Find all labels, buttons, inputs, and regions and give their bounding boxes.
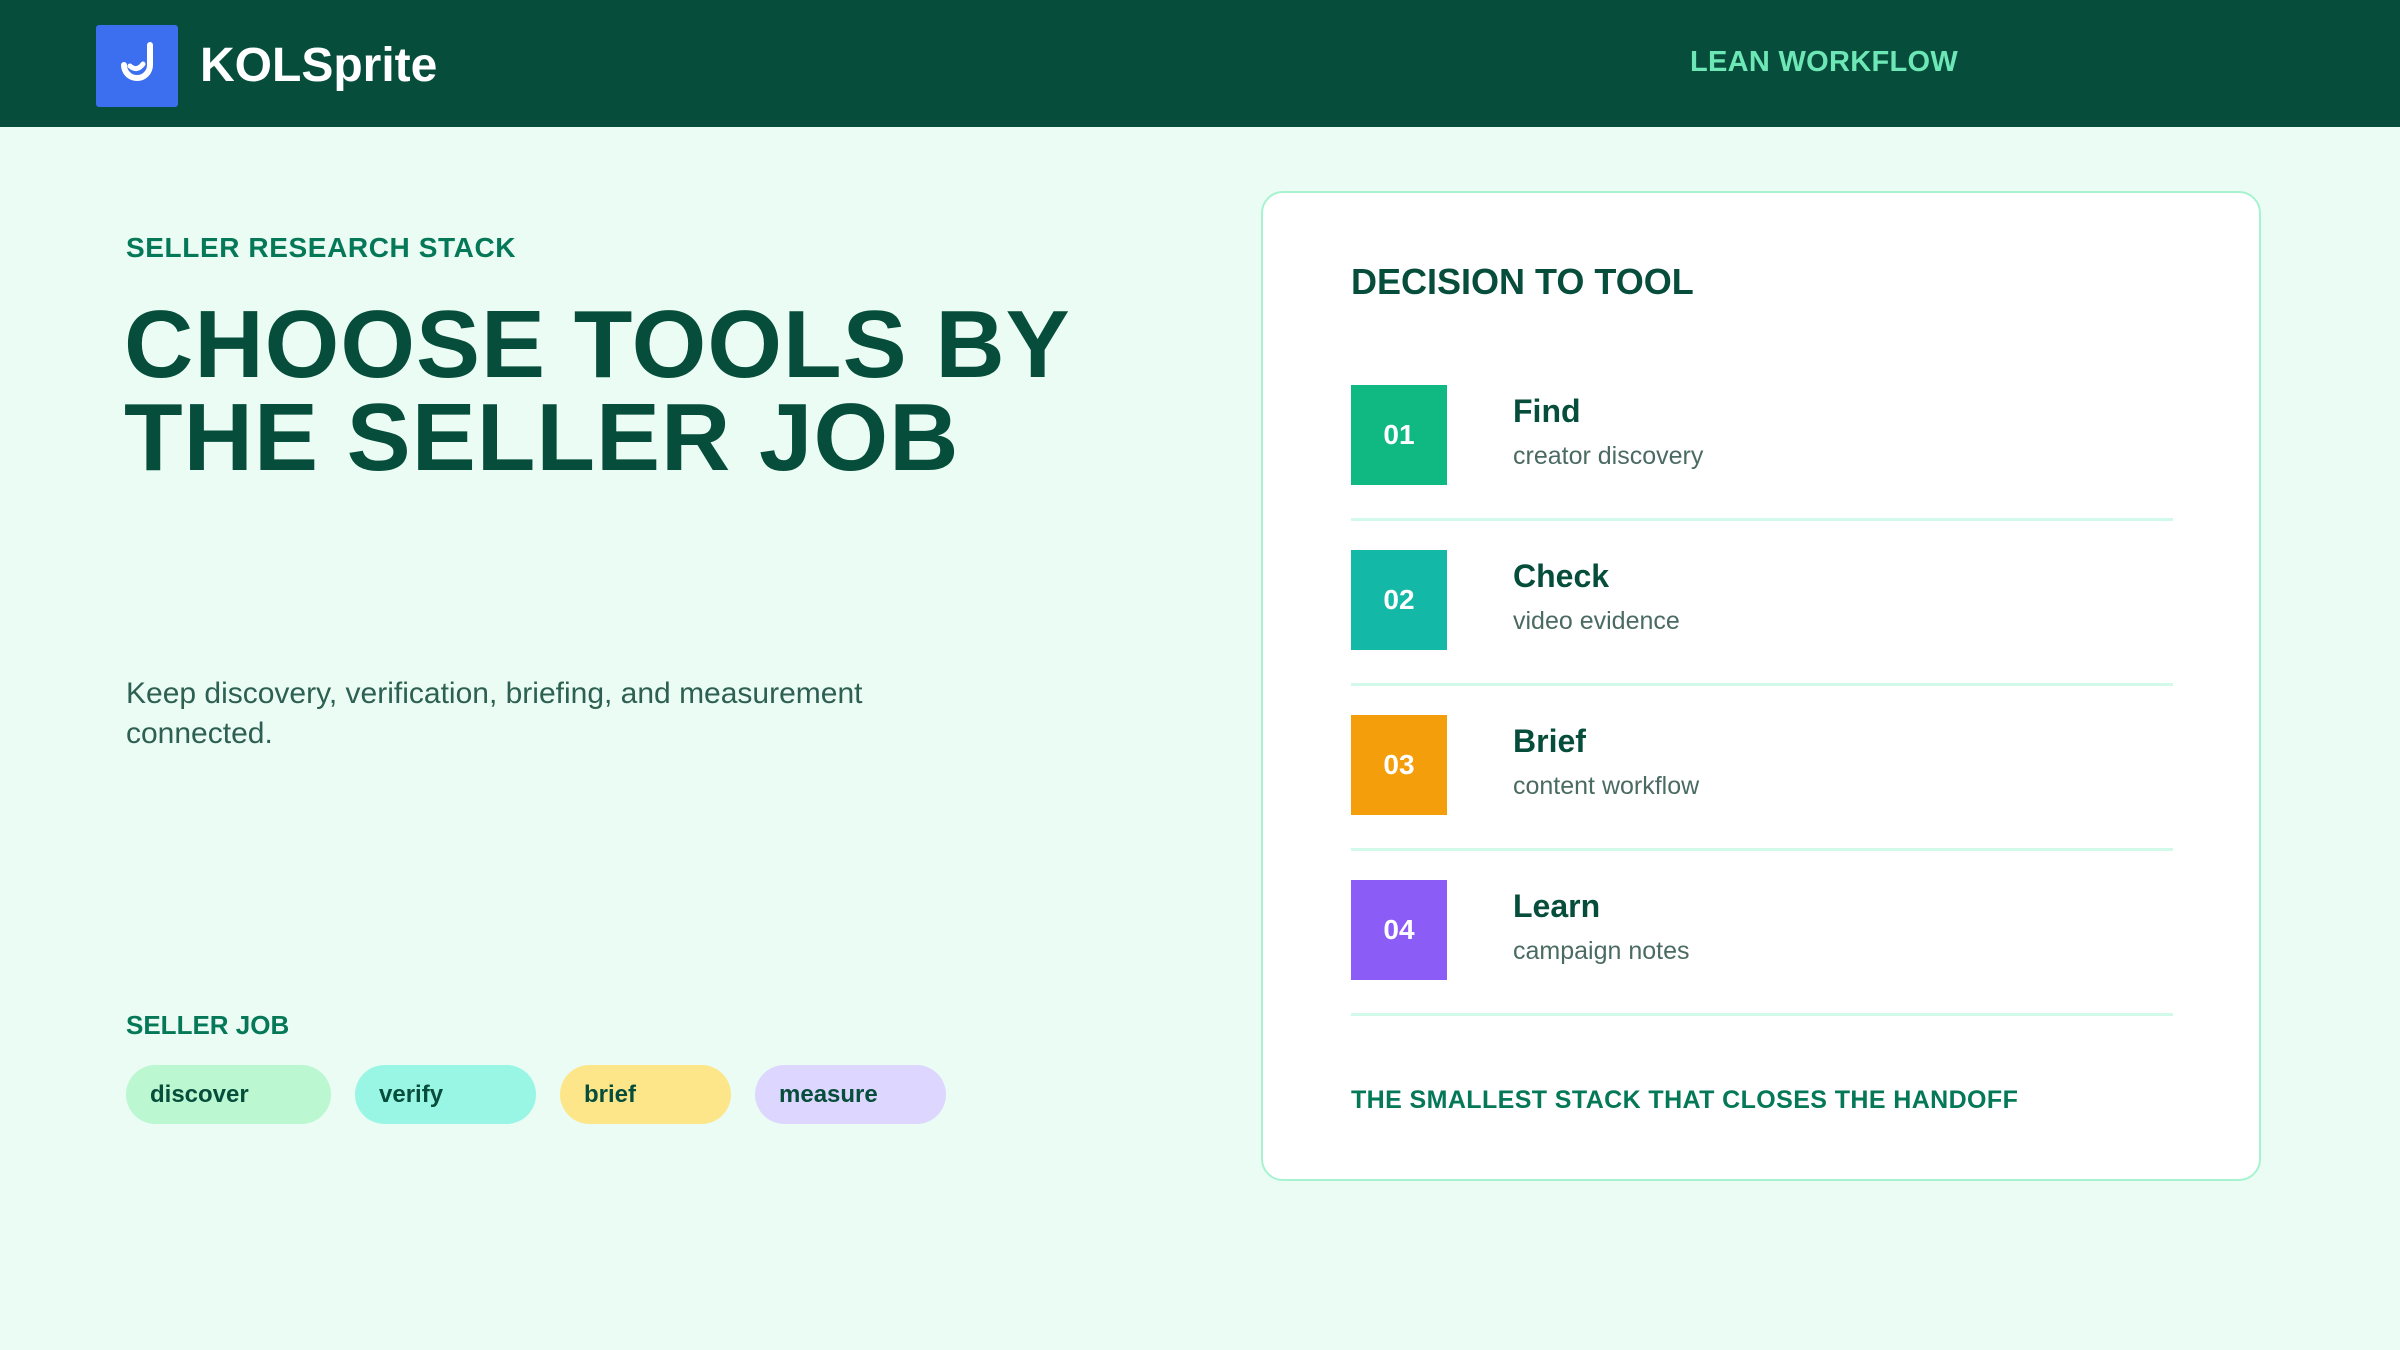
chip-verify[interactable]: verify: [355, 1065, 536, 1124]
headline-line-1: CHOOSE TOOLS BY: [124, 291, 1071, 398]
page-headline: CHOOSE TOOLS BY THE SELLER JOB: [124, 291, 1184, 491]
step-name: Check: [1513, 558, 1610, 594]
lean-workflow-label: LEAN WORKFLOW: [1690, 46, 1959, 78]
step-description: creator discovery: [1513, 442, 1704, 470]
chip-label: measure: [779, 1080, 878, 1108]
step-description: video evidence: [1513, 607, 1680, 635]
step-name: Learn: [1513, 888, 1601, 924]
decision-to-tool-card: DECISION TO TOOL 01 Find creator discove…: [1261, 191, 2261, 1181]
step-name: Find: [1513, 393, 1581, 429]
hero-description: Keep discovery, verification, briefing, …: [126, 677, 863, 750]
row-divider: [1351, 848, 2173, 851]
chip-label: discover: [150, 1080, 249, 1108]
step-row-learn[interactable]: 04 Learn campaign notes: [1351, 880, 2173, 1045]
chip-label: brief: [584, 1080, 637, 1108]
card-title: DECISION TO TOOL: [1351, 261, 1694, 302]
top-bar: KOLSprite LEAN WORKFLOW: [0, 0, 2400, 127]
chip-measure[interactable]: measure: [755, 1065, 946, 1124]
row-divider: [1351, 1013, 2173, 1016]
row-divider: [1351, 518, 2173, 521]
headline-line-2: THE SELLER JOB: [124, 384, 960, 491]
chip-discover[interactable]: discover: [126, 1065, 331, 1124]
section-eyebrow: SELLER RESEARCH STACK: [126, 232, 517, 263]
step-row-check[interactable]: 02 Check video evidence: [1351, 550, 2173, 715]
step-description: campaign notes: [1513, 937, 1690, 965]
card-footer-note: THE SMALLEST STACK THAT CLOSES THE HANDO…: [1351, 1086, 2019, 1114]
row-divider: [1351, 683, 2173, 686]
step-number-badge: 04: [1351, 880, 1447, 980]
step-row-find[interactable]: 01 Find creator discovery: [1351, 385, 2173, 550]
seller-job-label: SELLER JOB: [126, 1010, 290, 1040]
step-number-badge: 02: [1351, 550, 1447, 650]
kolsprite-logo-icon[interactable]: [96, 25, 178, 107]
chip-label: verify: [379, 1080, 444, 1108]
chip-brief[interactable]: brief: [560, 1065, 731, 1124]
step-number-badge: 03: [1351, 715, 1447, 815]
step-description: content workflow: [1513, 772, 1700, 800]
step-name: Brief: [1513, 723, 1586, 759]
step-row-brief[interactable]: 03 Brief content workflow: [1351, 715, 2173, 880]
step-number-badge: 01: [1351, 385, 1447, 485]
brand-name[interactable]: KOLSprite: [200, 40, 437, 92]
